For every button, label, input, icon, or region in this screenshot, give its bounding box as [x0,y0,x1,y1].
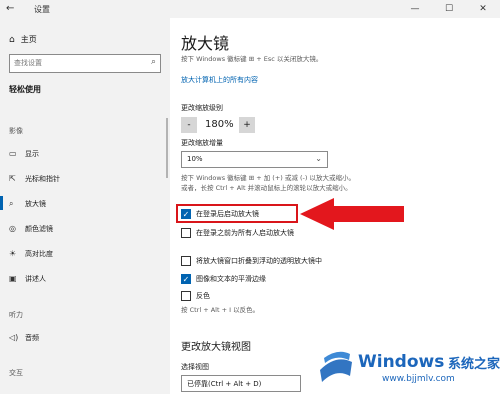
sidebar-item-home[interactable]: ⌂ 主页 [9,34,37,45]
zoom-level-label: 更改缩放级别 [181,104,223,112]
view-label: 选择视图 [181,363,209,371]
start-before-signin-checkbox[interactable] [181,228,191,238]
home-icon: ⌂ [9,35,15,45]
invert-hint: 按 Ctrl + Alt + I 以反色。 [181,306,260,314]
zoom-level-value: 180% [205,119,234,130]
magnifier-icon: ⌕ [9,199,14,208]
sidebar-item-magnifier[interactable]: ⌕ 放大镜 [0,196,46,210]
sidebar-item-audio[interactable]: ◁) 音频 [9,333,39,343]
intro-text: 按下 Windows 徽标键 ⊞ + Esc 以关闭放大镜。 [181,55,323,63]
start-before-signin-label: 在登录之前为所有人启动放大镜 [196,229,294,237]
chevron-down-icon: ⌄ [315,154,322,163]
view-value: 已停靠(Ctrl + Alt + D) [187,380,262,388]
group-heading-interaction: 交互 [9,369,23,377]
windows-logo-icon [320,351,352,382]
cursor-icon: ⇱ [9,174,16,183]
collapse-lens-checkbox[interactable] [181,256,191,266]
narrator-icon: ▣ [9,274,17,283]
contrast-icon: ☀ [9,249,17,258]
smooth-edges-label: 图像和文本的平滑边缘 [196,275,266,283]
smooth-edges-checkbox[interactable]: ✓ [181,274,191,284]
close-button[interactable]: ✕ [466,1,500,17]
title-bar: ← 设置 — ☐ ✕ [0,0,500,18]
watermark-cn: 系统之家 [448,357,500,372]
group-heading-hearing: 听力 [9,311,23,319]
invert-colors-checkbox[interactable] [181,291,191,301]
minimize-button[interactable]: — [398,1,432,17]
sidebar: ⌂ 主页 查找设置 ⌕ 轻松使用 影像 ▭ 显示 ⇱ 光标和指针 ⌕ 放大镜 ◎ 颜色滤镜… [0,18,170,394]
back-arrow-icon[interactable]: ← [6,3,14,14]
section-title: 轻松使用 [9,85,41,94]
increment-hint-2: 或者，长按 Ctrl + Alt 并滚动鼠标上的滚轮以放大或缩小。 [181,184,352,192]
watermark: Windows 系统之家 www.bjjmlv.com [316,344,500,394]
zoom-increment-value: 10% [187,155,203,163]
collapse-lens-label: 将放大镜窗口折叠到浮动的透明放大镜中 [196,257,322,265]
zoom-in-button[interactable]: + [239,117,255,133]
page-title: 放大镜 [181,34,230,53]
view-heading: 更改放大镜视图 [181,342,251,353]
display-icon: ▭ [9,149,17,158]
sidebar-item-color-filter[interactable]: ◎ 颜色滤镜 [9,224,53,234]
watermark-brand: Windows [358,352,445,372]
invert-colors-label: 反色 [196,292,210,300]
maximize-button[interactable]: ☐ [432,1,466,17]
zoom-increment-label: 更改缩放增量 [181,139,223,147]
sidebar-item-cursor[interactable]: ⇱ 光标和指针 [9,174,60,184]
increment-hint-1: 按下 Windows 徽标键 ⊞ + 加 (+) 或减 (-) 以放大或缩小。 [181,174,355,182]
sidebar-item-display[interactable]: ▭ 显示 [9,149,39,159]
window-title: 设置 [34,5,50,14]
highlight-box [176,204,298,223]
audio-icon: ◁) [9,333,19,342]
view-select[interactable]: 已停靠(Ctrl + Alt + D) [181,375,301,392]
red-arrow-icon [300,198,404,230]
zoom-everything-link[interactable]: 放大计算机上的所有内容 [181,75,258,85]
zoom-increment-select[interactable]: 10% ⌄ [181,151,328,168]
zoom-out-button[interactable]: - [181,117,197,133]
search-placeholder: 查找设置 [14,59,42,67]
search-icon: ⌕ [150,57,156,67]
color-filter-icon: ◎ [9,224,16,233]
group-heading-vision: 影像 [9,127,23,135]
sidebar-scrollbar[interactable] [166,118,168,178]
search-input[interactable]: 查找设置 ⌕ [9,54,161,73]
watermark-url: www.bjjmlv.com [382,374,455,384]
sidebar-item-narrator[interactable]: ▣ 讲述人 [9,274,46,284]
home-label: 主页 [20,35,37,44]
sidebar-item-high-contrast[interactable]: ☀ 高对比度 [9,249,53,259]
